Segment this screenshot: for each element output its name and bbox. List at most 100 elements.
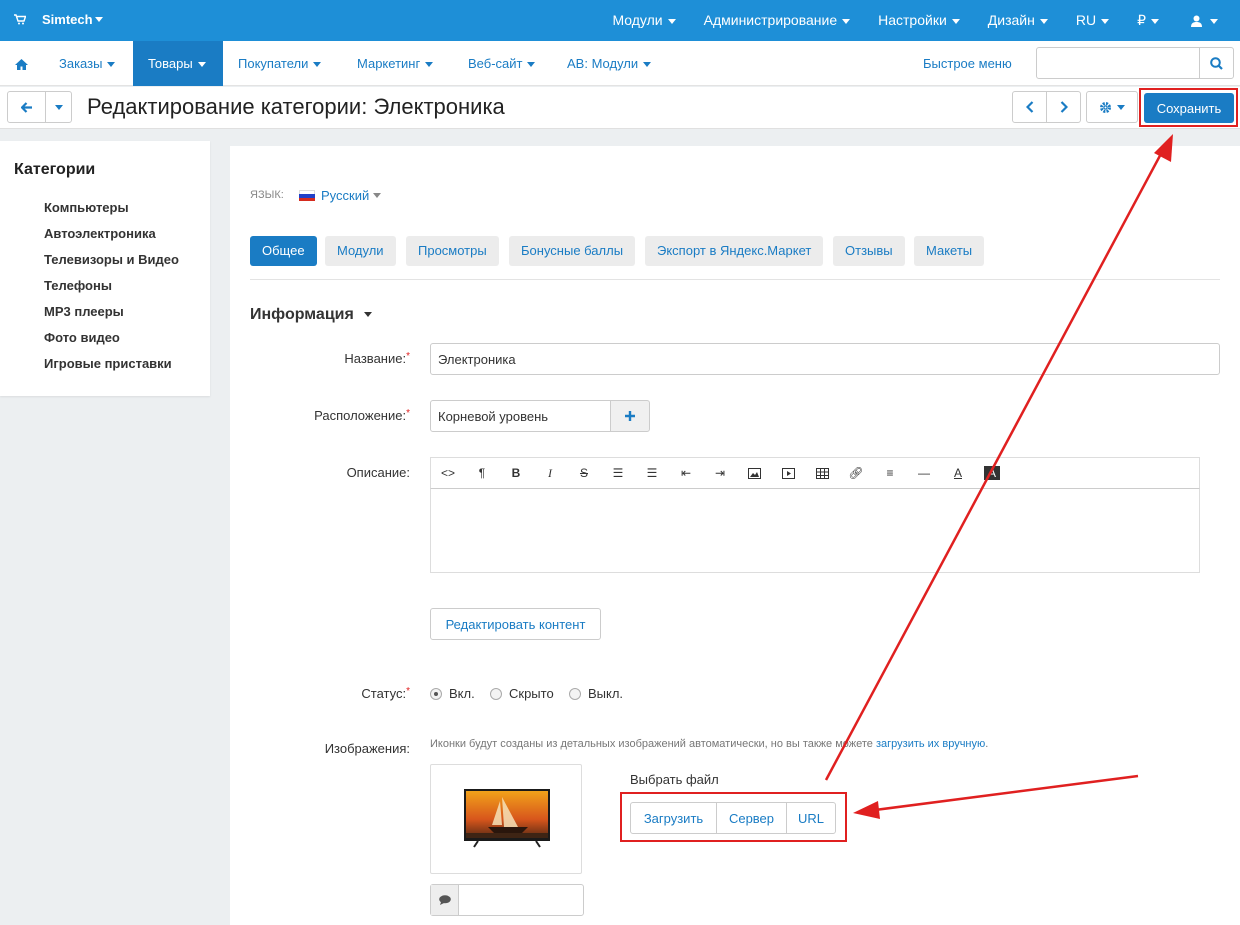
tab-general[interactable]: Общее [250,236,317,266]
nav-marketing[interactable]: Маркетинг [342,41,448,86]
quick-menu-link[interactable]: Быстрое меню [908,41,1027,86]
sidebar-item-photo-video[interactable]: Фото видео [44,330,179,356]
upload-highlight-box [620,792,847,842]
paragraph-icon[interactable]: ¶ [474,466,490,480]
background-color-icon[interactable]: A [984,466,1000,480]
category-list: Компьютеры Автоэлектроника Телевизоры и … [44,200,179,382]
top-bar: Simtech Модули Администрирование Настрой… [0,0,1240,41]
add-location-button[interactable] [610,400,650,432]
plus-icon [625,411,635,421]
name-field[interactable]: Электроника [430,343,1220,375]
description-label: Описание: [346,465,410,480]
menu-currency[interactable]: ₽ [1137,12,1159,29]
comment-icon [431,885,459,915]
settings-dropdown-button[interactable] [1086,91,1138,123]
prev-category-button[interactable] [1012,91,1047,123]
indent-icon[interactable]: ⇥ [712,466,728,480]
radio-checked-icon [430,687,442,700]
outdent-icon[interactable]: ⇤ [678,466,694,480]
home-button[interactable] [0,41,43,86]
sidebar-item-consoles[interactable]: Игровые приставки [44,356,179,382]
italic-icon[interactable]: I [542,466,558,480]
tv-image [464,789,550,848]
nav-orders[interactable]: Заказы [44,41,130,86]
language-label: ЯЗЫК: [250,189,284,201]
arrow-left-icon [20,101,32,113]
nav-website[interactable]: Веб-сайт [453,41,550,86]
chevron-left-icon [1025,101,1033,113]
menu-design[interactable]: Дизайн [988,12,1048,29]
images-hint: Иконки будут созданы из детальных изобра… [430,738,989,750]
edit-content-button[interactable]: Редактировать контент [430,608,601,640]
nav-customers[interactable]: Покупатели [223,41,336,86]
upload-manually-link[interactable]: загрузить их вручную [876,738,985,750]
russia-flag-icon [299,190,315,201]
radio-icon [490,687,502,700]
tab-views[interactable]: Просмотры [406,236,499,266]
main-content: ЯЗЫК: Русский Общее Модули Просмотры Бон… [230,146,1240,925]
image-alt-input[interactable] [430,884,584,916]
code-view-icon[interactable]: <> [440,466,456,480]
horizontal-rule-icon[interactable]: — [916,466,932,480]
store-switcher[interactable]: Simtech [14,12,103,27]
menu-language[interactable]: RU [1076,12,1110,29]
editor-toolbar: <> ¶ B I S ☰ ☰ ⇤ ⇥ 🔗︎ ≡ — A A [430,457,1200,489]
search-button[interactable] [1199,48,1233,78]
tab-modules[interactable]: Модули [325,236,396,266]
tab-yandex-export[interactable]: Экспорт в Яндекс.Маркет [645,236,824,266]
unordered-list-icon[interactable]: ☰ [610,466,626,480]
location-label: Расположение:* [314,408,410,423]
search-input[interactable] [1036,47,1234,79]
home-icon [15,59,28,71]
images-label: Изображения: [324,741,410,756]
chevron-right-icon [1060,101,1068,113]
image-icon[interactable] [746,466,762,480]
ordered-list-icon[interactable]: ☰ [644,466,660,480]
sidebar-item-tv-video[interactable]: Телевизоры и Видео [44,252,179,278]
user-menu[interactable] [1191,12,1218,29]
table-icon[interactable] [814,466,830,480]
bold-icon[interactable]: B [508,466,524,480]
language-selector[interactable]: Русский [299,188,382,203]
strikethrough-icon[interactable]: S [576,466,592,480]
status-radio-on[interactable]: Вкл. [430,686,475,701]
page-title: Редактирование категории: Электроника [87,94,505,119]
back-button[interactable] [7,91,46,123]
name-label: Название:* [344,351,410,366]
tabs-divider [250,279,1220,280]
description-editor[interactable] [430,489,1200,573]
cart-icon [14,14,26,25]
back-dropdown-button[interactable] [45,91,72,123]
location-field[interactable]: Корневой уровень [430,400,611,432]
sidebar-item-computers[interactable]: Компьютеры [44,200,179,226]
nav-ab-modules[interactable]: AB: Модули [552,41,666,86]
status-radio-hidden[interactable]: Скрыто [490,686,554,701]
sidebar-item-phones[interactable]: Телефоны [44,278,179,304]
next-category-button[interactable] [1046,91,1081,123]
menu-administration[interactable]: Администрирование [704,12,851,29]
align-icon[interactable]: ≡ [882,466,898,480]
image-preview[interactable] [430,764,582,874]
sidebar-item-car-electronics[interactable]: Автоэлектроника [44,226,179,252]
tab-bonus-points[interactable]: Бонусные баллы [509,236,636,266]
brand-name: Simtech [42,12,93,27]
link-icon[interactable]: 🔗︎ [848,466,864,480]
chevron-down-icon [54,104,63,110]
user-icon [1191,15,1202,28]
font-color-icon[interactable]: A [950,466,966,480]
section-title-info[interactable]: Информация [250,306,372,324]
choose-file-label: Выбрать файл [630,772,719,787]
nav-products[interactable]: Товары [133,41,223,86]
menu-settings[interactable]: Настройки [878,12,960,29]
chevron-down-icon [94,17,103,22]
tab-layouts[interactable]: Макеты [914,236,985,266]
menu-modules[interactable]: Модули [612,12,676,29]
gear-icon [1100,101,1111,113]
categories-sidebar: Категории Компьютеры Автоэлектроника Тел… [0,141,210,396]
status-radio-off[interactable]: Выкл. [569,686,623,701]
tab-reviews[interactable]: Отзывы [833,236,905,266]
video-icon[interactable] [780,466,796,480]
sidebar-item-mp3[interactable]: MP3 плееры [44,304,179,330]
save-highlight-box [1139,88,1238,127]
sidebar-title: Категории [14,161,96,178]
